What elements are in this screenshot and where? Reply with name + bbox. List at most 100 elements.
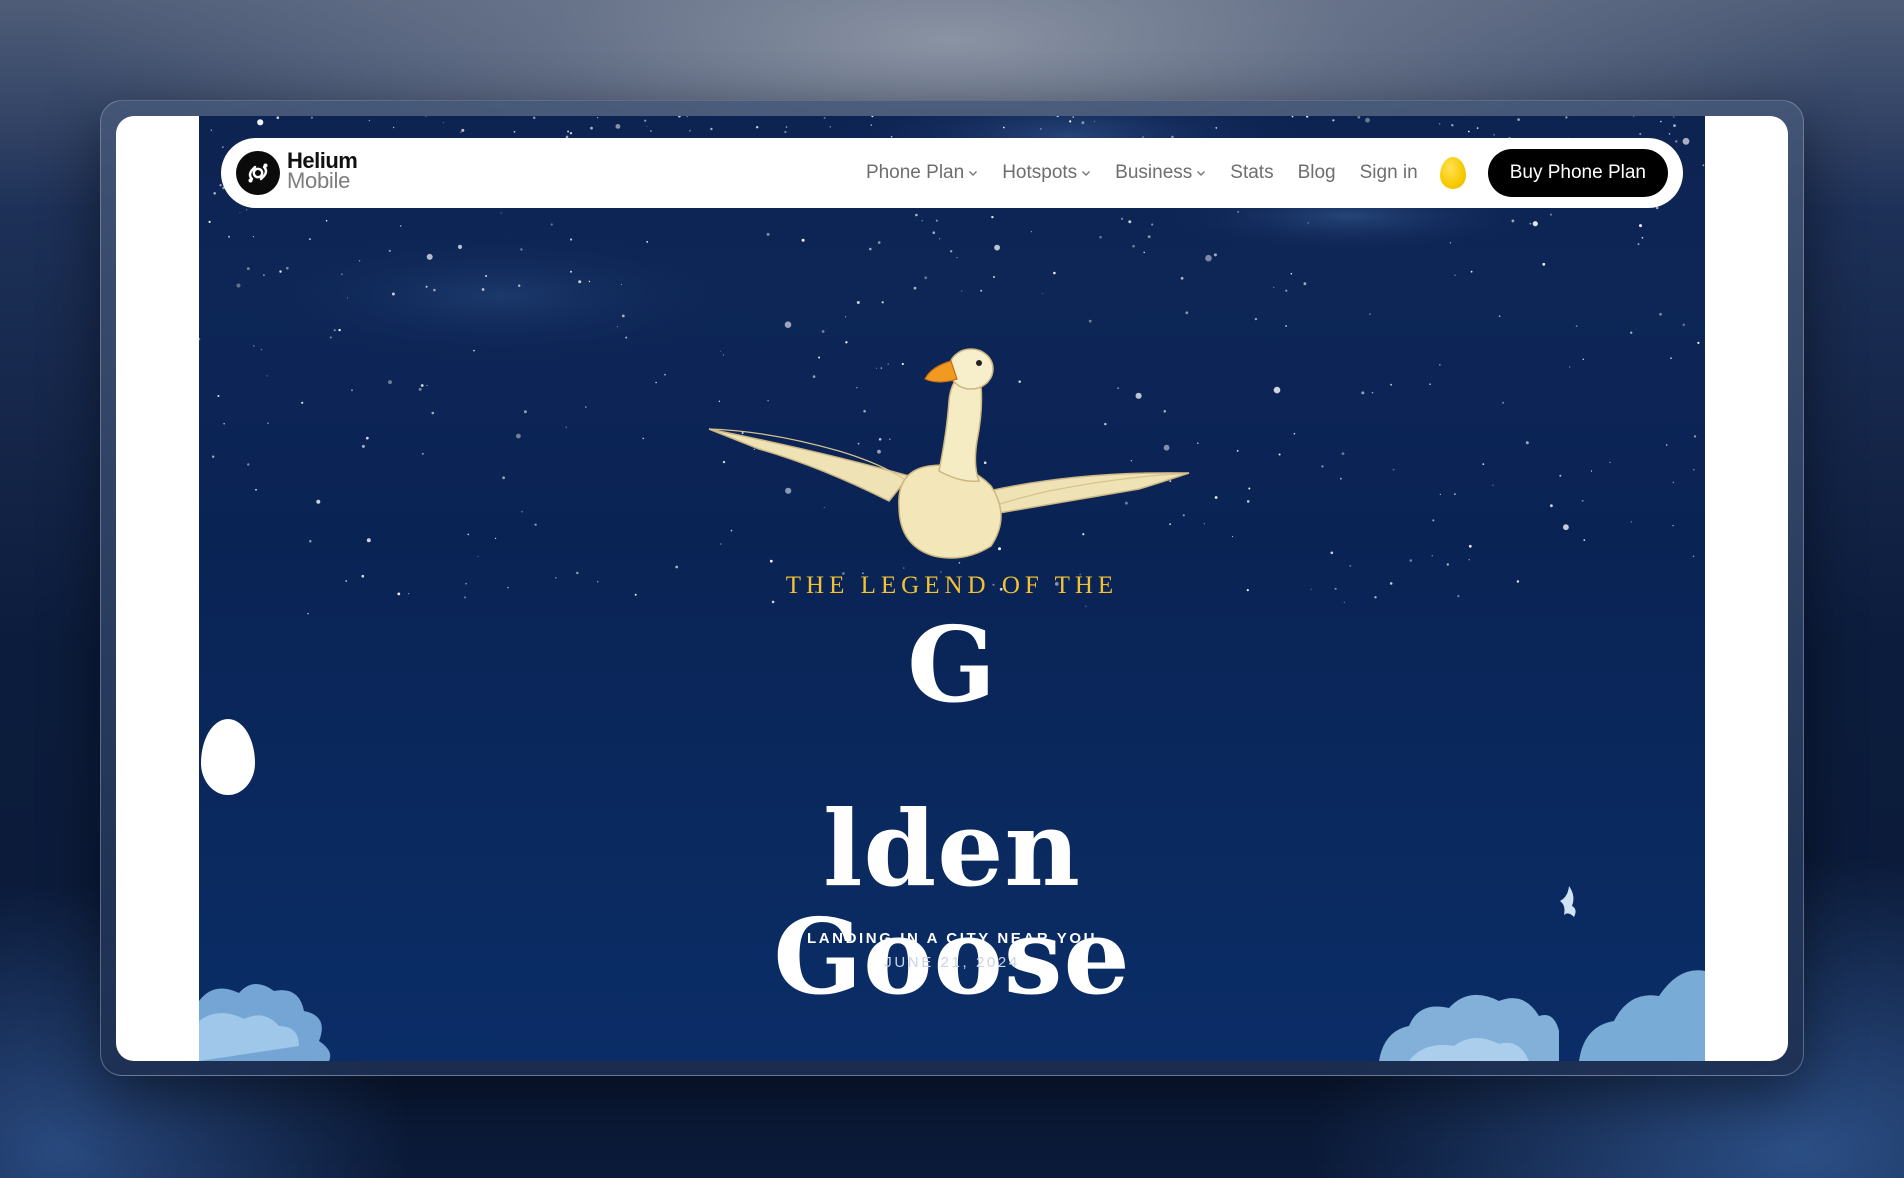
nav-links: Phone Plan Hotspots Business Stats Blog xyxy=(866,138,1668,208)
star xyxy=(252,236,254,238)
star xyxy=(1439,493,1441,495)
star xyxy=(585,406,587,408)
nav-item-blog[interactable]: Blog xyxy=(1298,162,1336,184)
nav-item-business[interactable]: Business xyxy=(1115,162,1206,184)
star xyxy=(1030,231,1032,233)
star xyxy=(228,235,230,238)
golden-egg-icon[interactable] xyxy=(1439,157,1466,189)
star xyxy=(1341,452,1345,455)
star xyxy=(625,336,628,339)
star xyxy=(590,126,593,130)
star xyxy=(578,280,582,284)
star xyxy=(247,463,250,466)
star xyxy=(664,373,666,376)
star xyxy=(213,192,216,195)
star xyxy=(236,283,241,288)
star xyxy=(1081,121,1085,125)
star xyxy=(675,565,679,569)
star xyxy=(257,119,264,126)
star xyxy=(208,220,211,223)
star xyxy=(341,273,343,275)
star xyxy=(457,244,463,249)
star xyxy=(1532,221,1538,227)
star xyxy=(329,336,332,339)
brand-line2: Mobile xyxy=(287,168,351,193)
star xyxy=(425,285,428,288)
hero-title-line1: Glden xyxy=(199,611,1705,903)
star xyxy=(877,241,881,244)
star xyxy=(596,116,599,119)
star xyxy=(621,284,623,286)
chevron-down-icon xyxy=(1197,171,1206,176)
brand-wordmark[interactable]: Helium Mobile xyxy=(287,150,358,193)
nav-item-phone-plan[interactable]: Phone Plan xyxy=(866,162,978,184)
star xyxy=(939,238,941,240)
star xyxy=(442,122,444,124)
star xyxy=(1361,391,1365,395)
star xyxy=(1285,289,1288,292)
star xyxy=(338,328,341,332)
egg-o-icon xyxy=(201,719,255,795)
helium-logo-icon[interactable] xyxy=(236,151,280,195)
star xyxy=(1565,116,1568,119)
star xyxy=(1321,465,1324,468)
star xyxy=(570,238,573,241)
star xyxy=(513,131,516,133)
star xyxy=(1641,236,1644,239)
star xyxy=(1529,222,1532,225)
star xyxy=(246,267,250,270)
star xyxy=(1659,312,1662,316)
star xyxy=(1498,315,1501,317)
star xyxy=(1468,559,1470,561)
star xyxy=(1575,325,1578,327)
star xyxy=(518,284,521,287)
star xyxy=(686,116,688,118)
nav-item-stats[interactable]: Stats xyxy=(1230,162,1273,184)
star xyxy=(1357,116,1361,119)
star xyxy=(502,476,505,480)
star xyxy=(1180,276,1184,280)
star xyxy=(615,124,621,129)
nav-item-sign-in[interactable]: Sign in xyxy=(1360,162,1418,184)
star xyxy=(325,219,328,222)
star xyxy=(785,126,788,128)
star xyxy=(621,314,625,318)
star xyxy=(255,488,257,491)
star xyxy=(1451,124,1454,127)
star xyxy=(199,338,201,341)
buy-phone-plan-button[interactable]: Buy Phone Plan xyxy=(1487,149,1668,197)
star xyxy=(565,426,567,429)
star xyxy=(1390,383,1392,386)
star xyxy=(1147,235,1151,239)
star xyxy=(366,538,371,543)
star xyxy=(570,270,572,273)
flying-goose-illustration xyxy=(708,348,1190,559)
star xyxy=(365,436,369,440)
star xyxy=(1431,555,1433,557)
star xyxy=(961,290,963,292)
star xyxy=(771,600,775,604)
star xyxy=(1040,128,1042,130)
star xyxy=(368,119,371,122)
star xyxy=(1672,481,1675,484)
star xyxy=(388,380,392,385)
star xyxy=(351,389,353,392)
star xyxy=(431,411,435,415)
chevron-down-icon xyxy=(1082,171,1091,176)
star xyxy=(217,395,220,397)
star xyxy=(1371,392,1374,394)
star xyxy=(1682,323,1686,327)
star xyxy=(1343,601,1345,603)
star xyxy=(1365,117,1370,123)
star xyxy=(1476,127,1479,129)
star xyxy=(1633,116,1635,117)
browser-page: Helium Mobile Phone Plan Hotspots Busine… xyxy=(116,116,1788,1061)
star xyxy=(1128,220,1132,224)
star xyxy=(801,238,805,242)
star xyxy=(1392,468,1395,471)
star xyxy=(678,116,681,118)
star xyxy=(1549,213,1552,216)
chevron-down-icon xyxy=(969,171,978,176)
nav-item-hotspots[interactable]: Hotspots xyxy=(1002,162,1091,184)
star xyxy=(460,131,462,133)
